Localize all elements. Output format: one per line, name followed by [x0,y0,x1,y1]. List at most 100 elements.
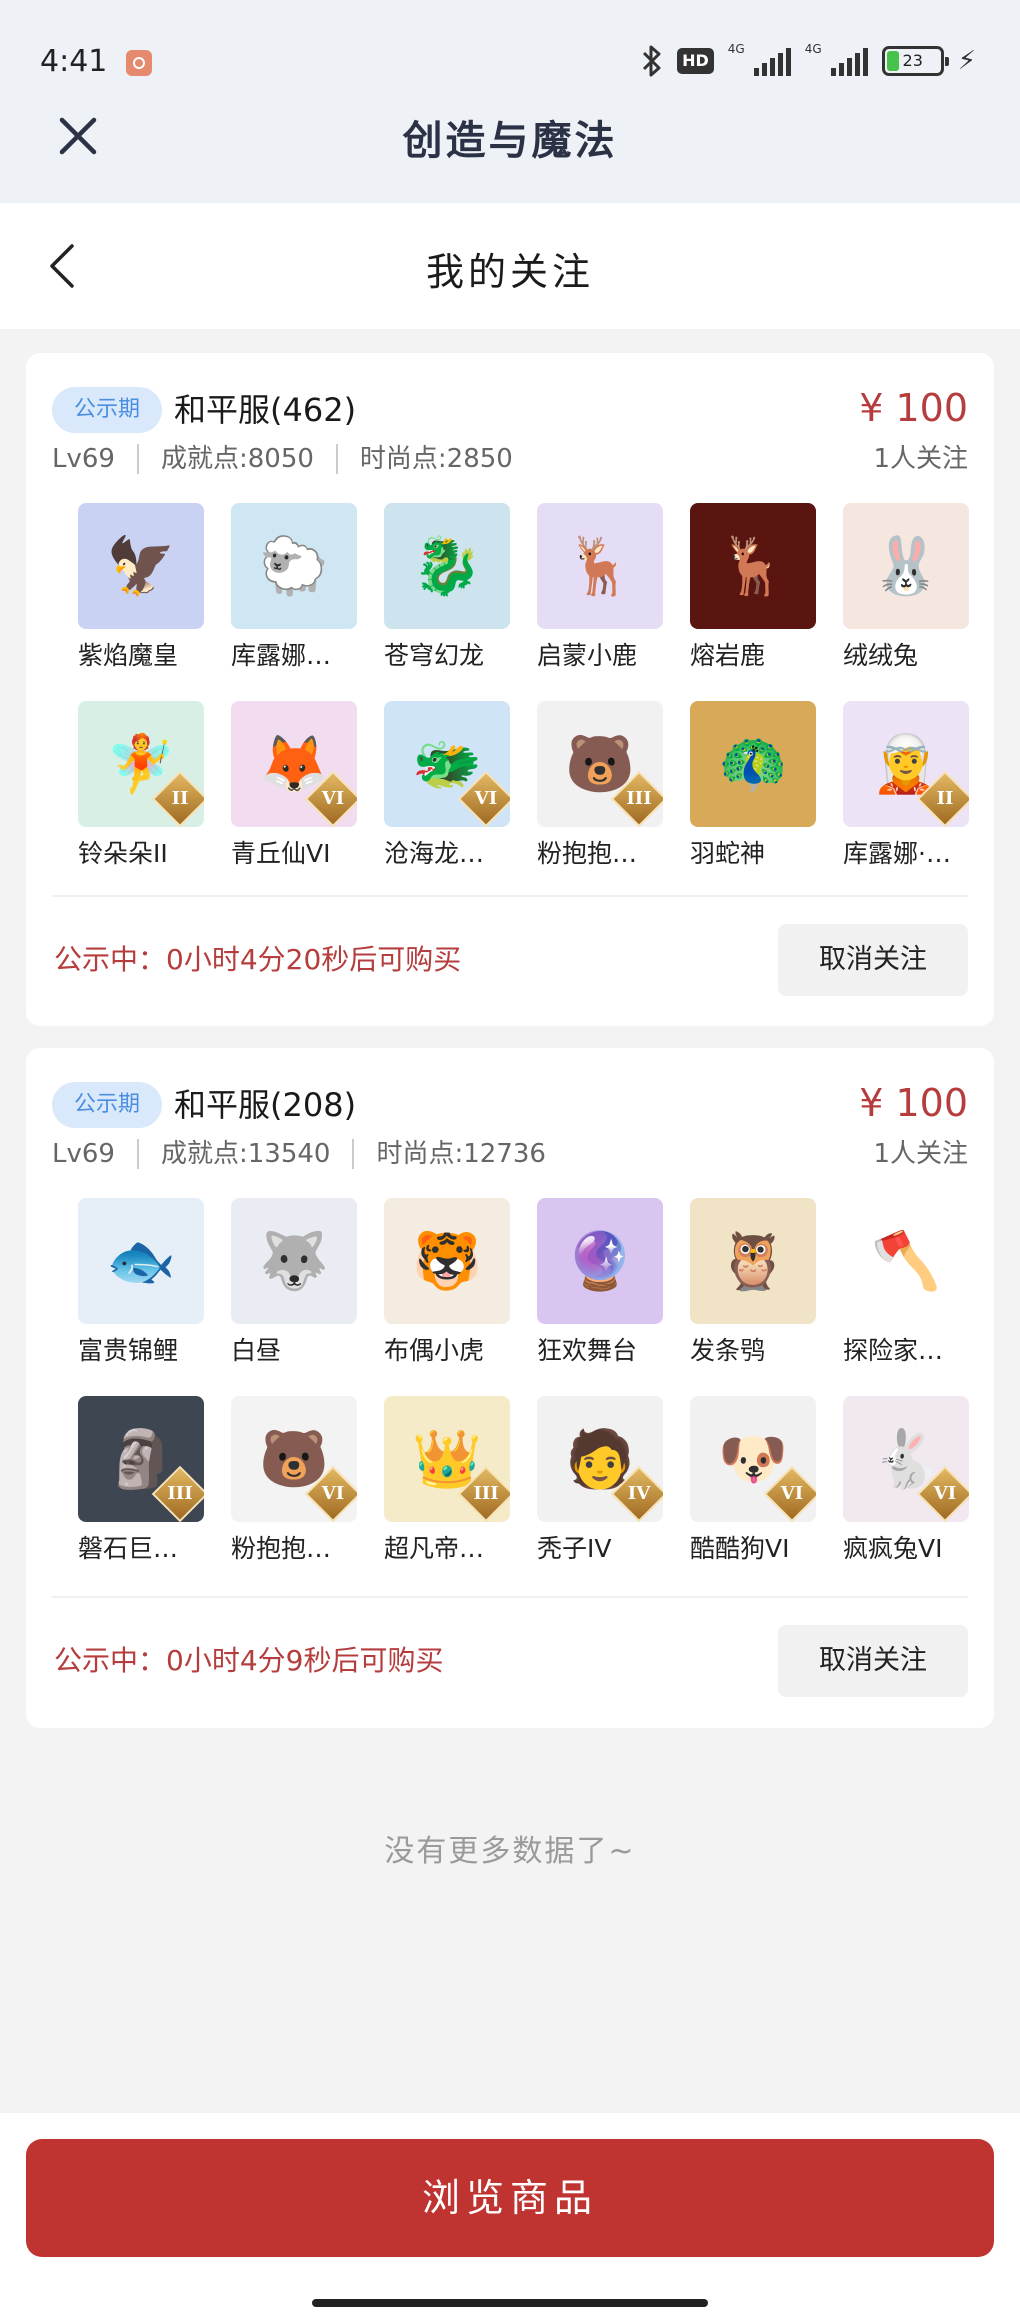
pet-name: 紫焰魔皇 [78,641,179,670]
pet-item[interactable]: 🐺 白昼 [231,1198,357,1368]
pet-thumbnail: 🧝 II [843,701,969,827]
pet-image-icon: 🦉 [718,1229,788,1294]
pet-image-icon: 🐉 [412,534,482,599]
pet-thumbnail: 🐻 VI [231,1396,357,1522]
pet-item[interactable]: 👑 III 超凡帝… [384,1396,510,1566]
home-indicator[interactable] [312,2299,708,2307]
pet-item[interactable]: 🦌 启蒙小鹿 [537,503,663,673]
pet-name: 富贵锦鲤 [78,1336,179,1365]
tier-label: II [936,788,954,809]
pet-item[interactable]: 🦅 紫焰魔皇 [78,503,204,673]
pet-thumbnail: 🐺 [231,1198,357,1324]
end-of-list-text: 没有更多数据了~ [384,1834,636,1869]
tier-label: VI [780,1483,804,1504]
pet-image-icon: 🐟 [106,1229,176,1294]
pet-item[interactable]: 🐶 VI 酷酷狗VI [690,1396,816,1566]
pet-item[interactable]: 🗿 III 磐石巨… [78,1396,204,1566]
pet-item[interactable]: 🦌 熔岩鹿 [690,503,816,673]
app-title: 创造与魔法 [402,118,618,164]
pet-thumbnail: 🐰 [843,503,969,629]
pet-grid: 🦅 紫焰魔皇 🐑 库露娜… 🐉 苍穹幻龙 🦌 启蒙小鹿 🦌 熔岩鹿 🐰 绒绒兔 🧚 II 铃朵朵II 🦊 VI 青… [78,503,978,871]
pet-item[interactable]: 🐻 III 粉抱抱… [537,701,663,871]
price: ¥ 100 [859,1081,968,1125]
pet-name: 启蒙小鹿 [537,641,638,670]
pet-name: 探险家… [843,1336,944,1365]
follower-count: 1人关注 [873,1139,968,1169]
pet-name: 秃子IV [537,1534,612,1563]
pet-thumbnail: 🔮 [537,1198,663,1324]
server-name: 和平服(208) [174,1086,357,1124]
server-name: 和平服(462) [174,391,357,429]
pet-thumbnail: 🐑 [231,503,357,629]
pet-name: 粉抱抱… [537,839,638,868]
pet-thumbnail: 🐶 VI [690,1396,816,1522]
pet-thumbnail: 🐲 VI [384,701,510,827]
pet-name: 酷酷狗VI [690,1534,790,1563]
pet-item[interactable]: 🐲 VI 沧海龙… [384,701,510,871]
bluetooth-icon [643,45,661,77]
pet-item[interactable]: 🐰 绒绒兔 [843,503,969,673]
pet-thumbnail: 🐟 [78,1198,204,1324]
pet-item[interactable]: 🐉 苍穹幻龙 [384,503,510,673]
unfollow-button[interactable]: 取消关注 [778,1625,968,1697]
signal-strength-icon-2: 4G [805,42,868,76]
pet-item[interactable]: 🔮 狂欢舞台 [537,1198,663,1368]
pet-thumbnail: 🦅 [78,503,204,629]
pet-name: 库露娜·… [843,839,951,868]
pet-name: 库露娜… [231,641,332,670]
tier-label: VI [321,1483,345,1504]
pet-name: 磐石巨… [78,1534,179,1563]
listing-card[interactable]: 公示期 和平服(462) ¥ 100 Lv69 成就点:8050 时尚点:285… [26,353,994,1026]
unfollow-button[interactable]: 取消关注 [778,924,968,996]
pet-thumbnail: 🪓 [843,1198,969,1324]
pet-grid: 🐟 富贵锦鲤 🐺 白昼 🐯 布偶小虎 🔮 狂欢舞台 🦉 发条鸮 🪓 探险家… 🗿 III 磐石巨… 🐻 VI 粉抱… [78,1198,978,1566]
pet-thumbnail: 🐉 [384,503,510,629]
pet-name: 铃朵朵II [78,839,168,868]
pet-item[interactable]: 🐑 库露娜… [231,503,357,673]
pet-item[interactable]: 🐟 富贵锦鲤 [78,1198,204,1368]
account-stats: Lv69 成就点:13540 时尚点:12736 [52,1134,546,1174]
pet-image-icon: 🔮 [565,1229,635,1294]
tier-label: IV [627,1483,651,1504]
countdown-text: 公示中：0小时4分9秒后可购买 [54,1644,444,1677]
listing-card[interactable]: 公示期 和平服(208) ¥ 100 Lv69 成就点:13540 时尚点:12… [26,1048,994,1728]
pet-image-icon: 🐯 [412,1229,482,1294]
pet-item[interactable]: 🦊 VI 青丘仙VI [231,701,357,871]
pet-thumbnail: 🦊 VI [231,701,357,827]
pet-item[interactable]: 🐇 VI 疯疯兔VI [843,1396,969,1566]
pet-image-icon: 🪓 [871,1229,941,1294]
pet-name: 苍穹幻龙 [384,641,485,670]
tier-label: III [626,788,652,809]
pet-thumbnail: 🐻 III [537,701,663,827]
pet-item[interactable]: 🪓 探险家… [843,1198,969,1368]
pet-item[interactable]: 🦚 羽蛇神 [690,701,816,871]
tier-label: VI [474,788,498,809]
pet-name: 发条鸮 [690,1336,766,1365]
pet-item[interactable]: 🧝 II 库露娜·… [843,701,969,871]
level: Lv69 [52,1139,115,1169]
pet-name: 沧海龙… [384,839,485,868]
fashion-points: 时尚点:12736 [376,1139,546,1169]
tier-label: II [171,788,189,809]
pet-thumbnail: 🦌 [537,503,663,629]
tier-label: VI [933,1483,957,1504]
pet-name: 青丘仙VI [231,839,331,868]
pet-name: 绒绒兔 [843,641,919,670]
pet-item[interactable]: 🧑 IV 秃子IV [537,1396,663,1566]
pet-item[interactable]: 🐻 VI 粉抱抱… [231,1396,357,1566]
signal-strength-icon: 4G [728,42,791,76]
top-area: 4:41 HD 4G 4G 23 ⚡ 创造与魔法 [0,0,1020,203]
pet-thumbnail: 🧚 II [78,701,204,827]
bottom-bar: 浏览商品 [0,2113,1020,2323]
hd-voice-icon: HD [677,48,714,74]
browse-products-button[interactable]: 浏览商品 [26,2139,994,2257]
pet-item[interactable]: 🦉 发条鸮 [690,1198,816,1368]
pet-item[interactable]: 🐯 布偶小虎 [384,1198,510,1368]
countdown-text: 公示中：0小时4分20秒后可购买 [54,943,462,976]
app-header: 创造与魔法 [0,100,1020,203]
pet-item[interactable]: 🧚 II 铃朵朵II [78,701,204,871]
pet-thumbnail: 🦚 [690,701,816,827]
tier-label: III [167,1483,193,1504]
pet-thumbnail: 🦉 [690,1198,816,1324]
follower-count: 1人关注 [873,444,968,474]
